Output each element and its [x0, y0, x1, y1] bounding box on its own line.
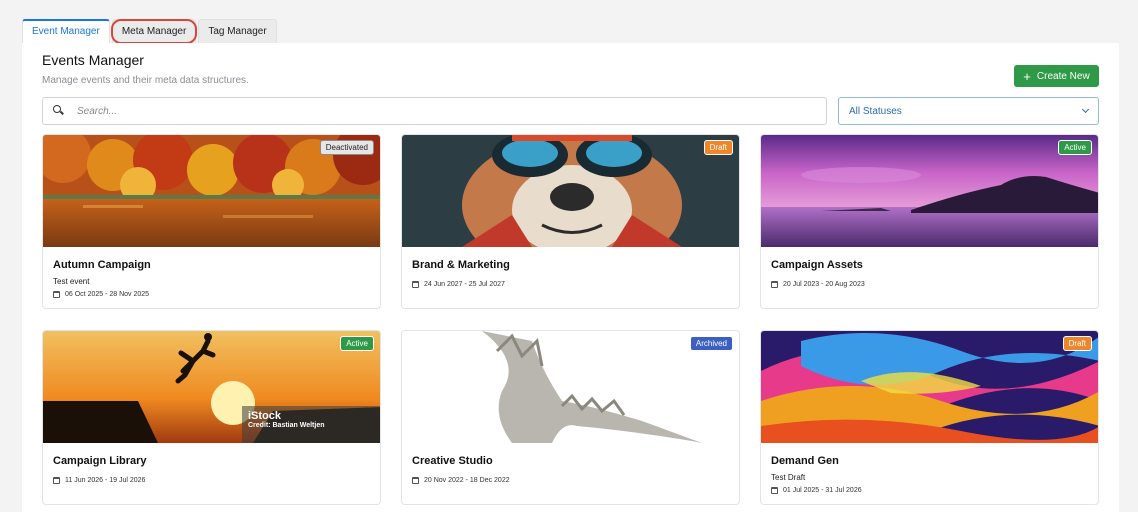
event-dates: 24 Jun 2027 - 25 Jul 2027 — [412, 281, 505, 288]
event-image-dragon: Archived — [402, 331, 739, 443]
event-date-range: 06 Oct 2025 - 28 Nov 2025 — [65, 291, 150, 298]
search-box — [42, 97, 827, 125]
tab-event-manager[interactable]: Event Manager — [22, 19, 110, 43]
event-dates: 20 Jul 2023 - 20 Aug 2023 — [771, 281, 865, 288]
calendar-icon — [412, 477, 419, 484]
event-image-abstract-waves: Draft — [761, 331, 1098, 443]
event-image-jumping-silhouette: iStock Credit: Bastian Weltjen Active — [43, 331, 380, 443]
plus-icon: + — [1023, 68, 1031, 84]
page-subtitle: Manage events and their meta data struct… — [42, 75, 249, 86]
page-title: Events Manager — [42, 52, 144, 68]
event-dates: 06 Oct 2025 - 28 Nov 2025 — [53, 291, 149, 298]
event-date-range: 20 Nov 2022 - 18 Dec 2022 — [424, 477, 510, 484]
event-card-creative-studio[interactable]: Archived Creative Studio 20 Nov 2022 - 1… — [401, 330, 740, 505]
chevron-down-icon — [1081, 105, 1090, 114]
calendar-icon — [771, 487, 778, 494]
event-image-purple-sunset: Active — [761, 135, 1098, 247]
create-new-button[interactable]: + Create New — [1014, 65, 1099, 87]
event-dates: 20 Nov 2022 - 18 Dec 2022 — [412, 477, 510, 484]
event-card-brand-marketing[interactable]: Draft Brand & Marketing 24 Jun 2027 - 25… — [401, 134, 740, 309]
event-name: Creative Studio — [412, 455, 493, 467]
status-filter-select[interactable]: All Statuses — [838, 97, 1099, 125]
tab-bar: Event Manager Meta Manager Tag Manager — [22, 19, 279, 44]
event-card-autumn-campaign[interactable]: Deactivated Autumn Campaign Test event 0… — [42, 134, 381, 309]
create-new-label: Create New — [1036, 70, 1090, 82]
event-date-range: 20 Jul 2023 - 20 Aug 2023 — [783, 281, 865, 288]
istock-logo: iStock — [248, 410, 282, 422]
calendar-icon — [771, 281, 778, 288]
event-dates: 01 Jul 2025 - 31 Jul 2026 — [771, 487, 862, 494]
image-credit: Credit: Bastian Weltjen — [248, 422, 325, 429]
event-card-demand-gen[interactable]: Draft Demand Gen Test Draft 01 Jul 2025 … — [760, 330, 1099, 505]
tab-tag-manager[interactable]: Tag Manager — [198, 19, 277, 43]
calendar-icon — [412, 281, 419, 288]
event-name: Brand & Marketing — [412, 259, 510, 271]
event-name: Campaign Assets — [771, 259, 863, 271]
calendar-icon — [53, 477, 60, 484]
event-card-campaign-assets[interactable]: Active Campaign Assets 20 Jul 2023 - 20 … — [760, 134, 1099, 309]
status-badge: Archived — [689, 336, 733, 351]
search-icon — [53, 105, 65, 117]
search-input[interactable] — [77, 105, 797, 117]
status-badge: Draft — [1062, 336, 1092, 351]
event-description: Test Draft — [771, 473, 806, 482]
event-image-bulldog: Draft — [402, 135, 739, 247]
event-name: Demand Gen — [771, 455, 839, 467]
status-badge: Active — [1058, 140, 1092, 155]
status-badge: Draft — [703, 140, 733, 155]
events-panel: Events Manager Manage events and their m… — [22, 43, 1119, 512]
event-description: Test event — [53, 277, 90, 286]
event-name: Autumn Campaign — [53, 259, 151, 271]
calendar-icon — [53, 291, 60, 298]
event-date-range: 24 Jun 2027 - 25 Jul 2027 — [424, 281, 505, 288]
istock-watermark: iStock Credit: Bastian Weltjen — [242, 406, 380, 443]
event-dates: 11 Jun 2026 - 19 Jul 2026 — [53, 477, 145, 484]
event-date-range: 11 Jun 2026 - 19 Jul 2026 — [65, 477, 146, 484]
event-date-range: 01 Jul 2025 - 31 Jul 2026 — [783, 487, 862, 494]
event-card-campaign-library[interactable]: iStock Credit: Bastian Weltjen Active Ca… — [42, 330, 381, 505]
event-image-autumn: Deactivated — [43, 135, 380, 247]
status-badge: Deactivated — [319, 140, 374, 155]
status-badge: Active — [340, 336, 374, 351]
event-name: Campaign Library — [53, 455, 147, 467]
status-filter-value: All Statuses — [849, 105, 902, 117]
tab-meta-manager[interactable]: Meta Manager — [110, 19, 198, 44]
